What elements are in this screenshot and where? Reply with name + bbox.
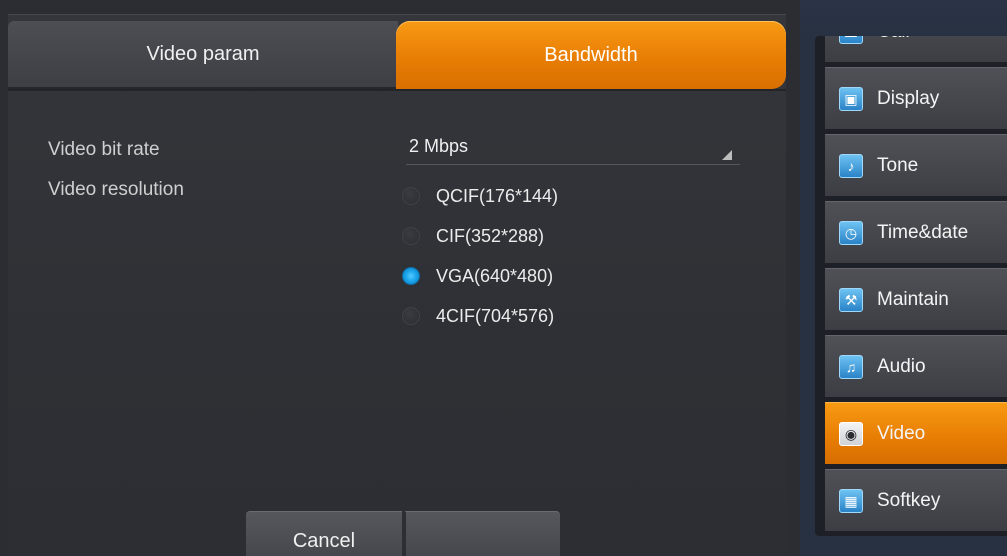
sidebar-item-label: Video (877, 422, 926, 444)
resolution-option[interactable]: 4CIF(704*576) (402, 301, 554, 331)
tab-divider (8, 89, 786, 91)
sidebar-item[interactable]: ▣ Display (825, 67, 1007, 129)
sidebar-item[interactable]: ☎ Call (825, 36, 1007, 62)
sidebar-item[interactable]: ▦ Softkey (825, 469, 1007, 531)
dropdown-arrow-icon (722, 150, 732, 160)
sidebar-item[interactable]: ◷ Time&date (825, 201, 1007, 263)
resolution-option[interactable]: QCIF(176*144) (402, 181, 558, 211)
sidebar-item-label: Audio (877, 355, 926, 377)
confirm-button[interactable] (404, 511, 560, 556)
display-icon: ▣ (839, 86, 863, 111)
resolution-option[interactable]: CIF(352*288) (402, 221, 544, 251)
resolution-option-label: QCIF(176*144) (436, 185, 559, 206)
bitrate-value: 2 Mbps (409, 136, 469, 156)
sidebar-item[interactable]: ◉ Video (825, 402, 1007, 464)
sidebar-item-label: Call (877, 36, 910, 43)
clock-icon: ◷ (839, 220, 863, 245)
cancel-button[interactable]: Cancel (246, 511, 402, 556)
tab-bar: Video param Bandwidth (8, 21, 786, 89)
sidebar-item-label: Time&date (877, 221, 969, 243)
audio-icon: ♫ (839, 354, 863, 379)
settings-sidebar[interactable]: ☎ Call ▣ Display ♪ Tone ◷ Time&date ⚒ Maintain ♫ Au… (815, 36, 1007, 536)
video-icon: ◉ (839, 421, 863, 446)
sidebar-item-label: Softkey (877, 489, 941, 511)
call-icon: ☎ (839, 36, 863, 44)
tab-bandwidth[interactable]: Bandwidth (396, 21, 786, 89)
bitrate-select[interactable]: 2 Mbps (406, 131, 740, 165)
tab-bandwidth-label: Bandwidth (544, 43, 638, 66)
radio-button-icon[interactable] (402, 267, 420, 285)
radio-button-icon[interactable] (402, 227, 420, 245)
sidebar-item[interactable]: ♪ Tone (825, 134, 1007, 196)
resolution-option[interactable]: VGA(640*480) (402, 261, 553, 291)
sidebar-item[interactable]: ⚒ Maintain (825, 268, 1007, 330)
softkey-icon: ▦ (839, 488, 863, 513)
sidebar-item-label: Tone (877, 154, 919, 176)
tone-icon: ♪ (839, 153, 863, 178)
resolution-label: Video resolution (48, 179, 184, 200)
resolution-option-label: VGA(640*480) (436, 265, 554, 286)
resolution-option-label: 4CIF(704*576) (436, 305, 555, 326)
sidebar-item[interactable]: ♫ Audio (825, 335, 1007, 397)
radio-button-icon[interactable] (402, 187, 420, 205)
sidebar-item-label: Display (877, 87, 940, 109)
bitrate-label: Video bit rate (48, 139, 160, 160)
screen: Video param Bandwidth Video bit rate Vid… (0, 0, 1007, 556)
tab-video-param-label: Video param (146, 42, 260, 65)
resolution-option-label: CIF(352*288) (436, 225, 545, 246)
maintain-icon: ⚒ (839, 287, 863, 312)
radio-button-icon[interactable] (402, 307, 420, 325)
sidebar-item-label: Maintain (877, 288, 949, 310)
tab-video-param[interactable]: Video param (8, 21, 398, 89)
settings-panel: Video param Bandwidth Video bit rate Vid… (8, 14, 786, 556)
cancel-button-label: Cancel (292, 530, 356, 552)
